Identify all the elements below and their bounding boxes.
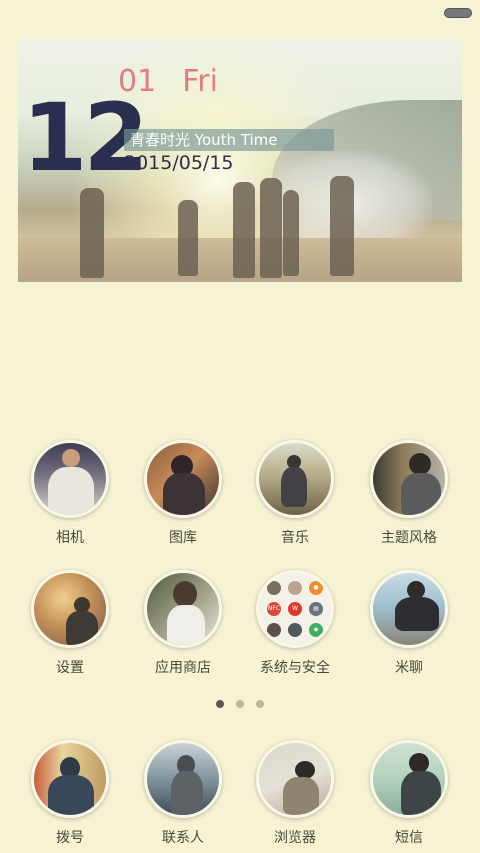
banner-person	[283, 190, 299, 276]
app-system-security[interactable]: ● NFC W ▤ ◆ 系统与安全	[240, 570, 350, 677]
banner-person	[260, 178, 282, 278]
app-app-store[interactable]: 应用商店	[128, 570, 238, 677]
banner-person	[233, 182, 255, 278]
dock-messages[interactable]: 短信	[354, 740, 464, 847]
dock-contacts[interactable]: 联系人	[128, 740, 238, 847]
app-miliao[interactable]: 米聊	[354, 570, 464, 677]
banner-person	[80, 188, 104, 278]
app-label: 应用商店	[155, 660, 211, 676]
miliao-icon	[370, 570, 448, 648]
app-label: 音乐	[281, 530, 309, 546]
app-label: 系统与安全	[260, 660, 330, 676]
settings-icon	[31, 570, 109, 648]
camera-icon	[31, 440, 109, 518]
app-gallery[interactable]: 图库	[128, 440, 238, 547]
dock-browser[interactable]: 浏览器	[240, 740, 350, 847]
tagline: 青春时光 Youth Time	[124, 129, 334, 151]
app-label: 主题风格	[381, 530, 437, 546]
music-icon	[256, 440, 334, 518]
browser-icon	[256, 740, 334, 818]
app-label: 短信	[395, 830, 423, 846]
app-settings[interactable]: 设置	[15, 570, 125, 677]
app-theme[interactable]: 主题风格	[354, 440, 464, 547]
app-label: 联系人	[162, 830, 204, 846]
phone-icon	[31, 740, 109, 818]
system-security-folder-icon: ● NFC W ▤ ◆	[256, 570, 334, 648]
page-dot-1[interactable]	[216, 700, 224, 708]
app-music[interactable]: 音乐	[240, 440, 350, 547]
full-date: 2015/05/15	[124, 152, 234, 174]
gallery-icon	[144, 440, 222, 518]
contacts-icon	[144, 740, 222, 818]
dock-phone[interactable]: 拨号	[15, 740, 125, 847]
app-label: 相机	[56, 530, 84, 546]
theme-icon	[370, 440, 448, 518]
banner-person	[178, 200, 198, 276]
messages-icon	[370, 740, 448, 818]
app-camera[interactable]: 相机	[15, 440, 125, 547]
app-store-icon	[144, 570, 222, 648]
app-label: 拨号	[56, 830, 84, 846]
app-label: 图库	[169, 530, 197, 546]
app-label: 米聊	[395, 660, 423, 676]
app-label: 浏览器	[274, 830, 316, 846]
page-dot-3[interactable]	[256, 700, 264, 708]
page-dot-2[interactable]	[236, 700, 244, 708]
app-label: 设置	[56, 660, 84, 676]
battery-icon	[444, 8, 472, 18]
weekday-label: Fri	[182, 64, 218, 99]
banner-person	[330, 176, 354, 276]
